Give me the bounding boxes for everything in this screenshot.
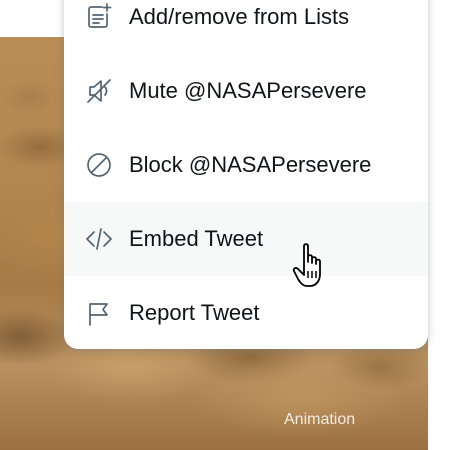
block-icon: [84, 150, 114, 180]
menu-item-label: Add/remove from Lists: [129, 4, 350, 29]
menu-item-report-tweet[interactable]: Report Tweet: [64, 276, 428, 349]
mute-speaker-icon: [84, 76, 114, 106]
menu-item-block[interactable]: Block @NASAPersevere: [64, 128, 428, 202]
menu-item-label: Embed Tweet: [129, 226, 264, 251]
menu-item-add-remove-lists[interactable]: Add/remove from Lists: [64, 0, 428, 54]
code-embed-icon: [84, 224, 114, 254]
menu-item-label: Mute @NASAPersevere: [129, 78, 367, 103]
flag-icon: [84, 298, 114, 328]
list-add-icon: [84, 2, 114, 32]
hand-pointer-cursor-icon: [292, 243, 321, 287]
tweet-view: Animation Add/remove from Lists Mute @NA…: [0, 0, 450, 450]
tweet-more-menu: Add/remove from Lists Mute @NASAPersever…: [64, 0, 428, 349]
menu-item-label: Block @NASAPersevere: [129, 152, 372, 177]
menu-item-embed-tweet[interactable]: Embed Tweet: [64, 202, 428, 276]
animation-badge: Animation: [284, 411, 356, 428]
menu-item-label: Report Tweet: [129, 300, 260, 325]
menu-item-mute[interactable]: Mute @NASAPersevere: [64, 54, 428, 128]
